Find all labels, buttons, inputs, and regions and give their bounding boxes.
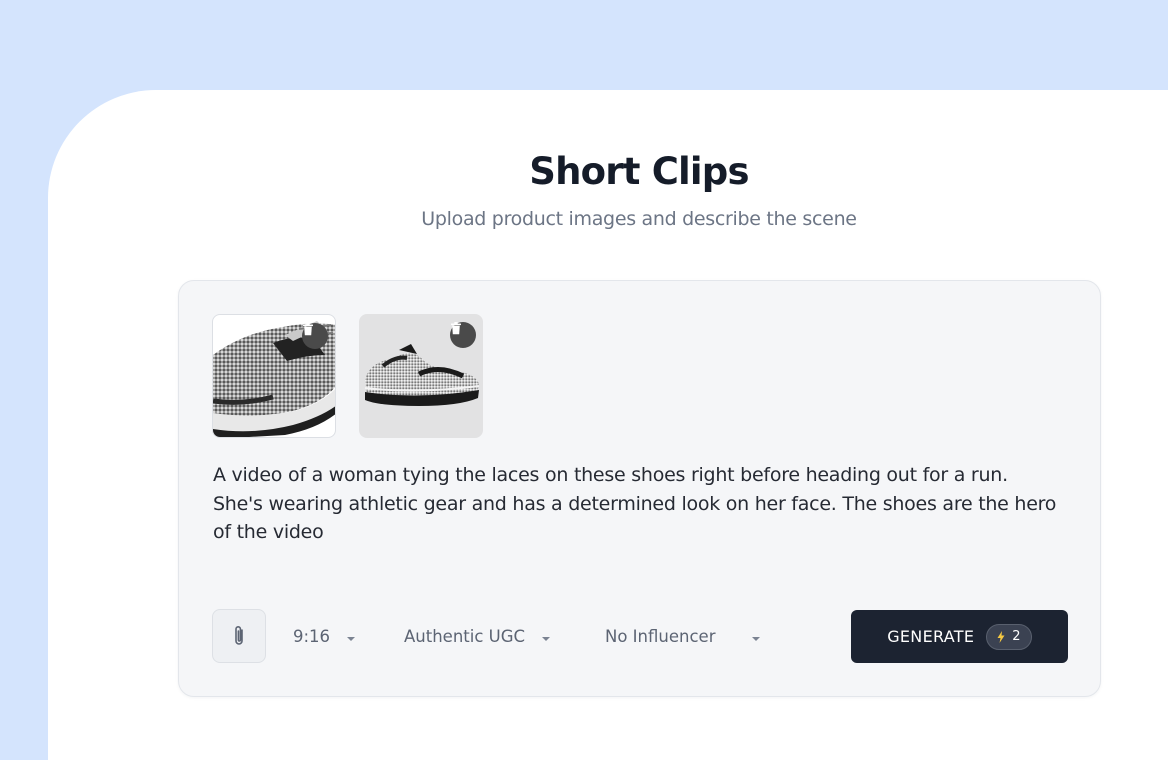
influencer-select[interactable]: No Influencer (605, 621, 761, 651)
generate-button[interactable]: GENERATE 2 (851, 610, 1068, 663)
influencer-value: No Influencer (605, 626, 716, 646)
product-image-1[interactable] (212, 314, 336, 438)
chevron-down-icon (346, 627, 356, 646)
composer-card: A video of a woman tying the laces on th… (178, 280, 1101, 697)
page-subtitle: Upload product images and describe the s… (421, 208, 857, 230)
trash-icon (451, 322, 461, 335)
credit-cost-value: 2 (1012, 629, 1021, 644)
product-image-2[interactable] (359, 314, 483, 438)
page-title: Short Clips (529, 150, 749, 193)
delete-image-2-button[interactable] (450, 322, 476, 348)
aspect-ratio-select[interactable]: 9:16 (293, 621, 356, 651)
lightning-icon (997, 630, 1005, 643)
chevron-down-icon (541, 627, 551, 646)
paperclip-icon (235, 626, 243, 645)
delete-image-1-button[interactable] (302, 323, 328, 349)
generate-label: GENERATE (887, 627, 975, 646)
main-panel: Short Clips Upload product images and de… (48, 90, 1168, 760)
style-value: Authentic UGC (404, 626, 526, 646)
credit-cost-badge: 2 (986, 623, 1032, 650)
aspect-ratio-value: 9:16 (293, 626, 331, 646)
prompt-textarea[interactable]: A video of a woman tying the laces on th… (213, 461, 1063, 547)
chevron-down-icon (751, 627, 761, 646)
style-select[interactable]: Authentic UGC (404, 621, 551, 651)
trash-icon (303, 323, 313, 336)
attach-button[interactable] (212, 609, 266, 663)
